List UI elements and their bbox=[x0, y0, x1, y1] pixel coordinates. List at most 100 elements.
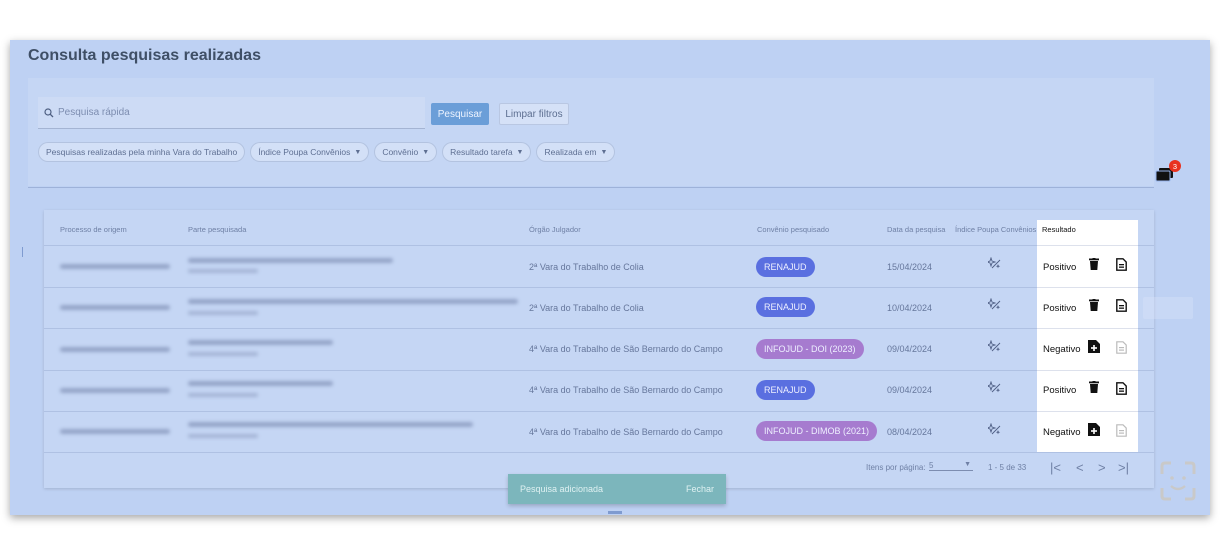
sparkle-icon bbox=[988, 381, 1001, 393]
result-text: Negativo bbox=[1043, 427, 1081, 438]
result-text: Positivo bbox=[1043, 385, 1077, 396]
redacted-parte bbox=[188, 340, 333, 345]
header-orgao: Órgão Julgador bbox=[529, 225, 581, 234]
chip-minha-vara[interactable]: Pesquisas realizadas pela minha Vara do … bbox=[38, 142, 246, 162]
redacted-processo bbox=[60, 388, 170, 393]
cell-data: 15/04/2024 bbox=[887, 262, 933, 272]
chip-indice-poupa[interactable]: Índice Poupa Convênios ▼ bbox=[250, 142, 370, 162]
prev-page-icon[interactable]: < bbox=[1076, 460, 1084, 475]
filter-panel bbox=[28, 78, 1154, 186]
notifications-button[interactable]: 3 bbox=[1155, 160, 1185, 186]
scroll-marker bbox=[22, 247, 23, 257]
last-page-icon[interactable]: >| bbox=[1118, 460, 1129, 475]
cell-orgao: 2ª Vara do Trabalho de Colia bbox=[529, 303, 644, 313]
result-column bbox=[1037, 220, 1138, 452]
redacted-processo bbox=[60, 347, 170, 352]
face-scan-icon[interactable] bbox=[1158, 460, 1198, 504]
items-per-page-label: Itens por página: bbox=[866, 463, 926, 472]
document-icon[interactable] bbox=[1116, 299, 1127, 312]
header-processo: Processo de origem bbox=[60, 225, 127, 234]
filter-chips: Pesquisas realizadas pela minha Vara do … bbox=[38, 142, 616, 162]
cell-data: 09/04/2024 bbox=[887, 385, 933, 395]
sparkle-icon bbox=[988, 423, 1001, 435]
cell-data: 10/04/2024 bbox=[887, 303, 933, 313]
page-range: 1 - 5 de 33 bbox=[988, 463, 1027, 472]
cell-data: 09/04/2024 bbox=[887, 344, 933, 354]
bottom-handle bbox=[608, 511, 622, 514]
trash-icon[interactable] bbox=[1089, 381, 1099, 393]
row-divider bbox=[44, 245, 1154, 246]
search-icon bbox=[44, 107, 54, 117]
header-parte: Parte pesquisada bbox=[188, 225, 247, 234]
cell-data: 08/04/2024 bbox=[887, 427, 933, 437]
redacted-processo bbox=[60, 264, 170, 269]
next-page-icon[interactable]: > bbox=[1098, 460, 1106, 475]
file-plus-icon[interactable] bbox=[1088, 423, 1100, 436]
redacted-documento bbox=[188, 393, 258, 397]
trash-icon[interactable] bbox=[1089, 258, 1099, 270]
sparkle-icon bbox=[988, 298, 1001, 310]
redacted-parte bbox=[188, 422, 473, 427]
caret-down-icon: ▼ bbox=[422, 148, 430, 156]
cell-orgao: 4ª Vara do Trabalho de São Bernardo do C… bbox=[529, 427, 723, 437]
row-divider bbox=[44, 287, 1154, 288]
document-icon[interactable] bbox=[1116, 258, 1127, 271]
convenio-pill: RENAJUD bbox=[756, 257, 815, 277]
document-icon[interactable] bbox=[1116, 382, 1127, 395]
header-resultado: Resultado bbox=[1042, 225, 1076, 234]
redacted-documento bbox=[188, 434, 258, 438]
row-divider bbox=[44, 328, 1154, 329]
caret-down-icon: ▼ bbox=[964, 461, 971, 468]
document-icon-disabled bbox=[1116, 341, 1127, 354]
notification-badge: 3 bbox=[1169, 160, 1181, 172]
result-text: Negativo bbox=[1043, 344, 1081, 355]
row-divider bbox=[44, 411, 1154, 412]
redacted-processo bbox=[60, 305, 170, 310]
redacted-documento bbox=[188, 352, 258, 356]
redacted-parte bbox=[188, 258, 393, 263]
search-button[interactable]: Pesquisar bbox=[431, 103, 489, 125]
header-convenio: Convênio pesquisado bbox=[757, 225, 830, 234]
redacted-documento bbox=[188, 269, 258, 273]
header-data: Data da pesquisa bbox=[887, 225, 946, 234]
redacted-processo bbox=[60, 429, 170, 434]
cell-orgao: 2ª Vara do Trabalho de Colia bbox=[529, 262, 644, 272]
snackbar-close-button[interactable]: Fechar bbox=[686, 484, 714, 494]
document-icon-disabled bbox=[1116, 424, 1127, 437]
first-page-icon[interactable]: |< bbox=[1050, 460, 1061, 475]
cell-orgao: 4ª Vara do Trabalho de São Bernardo do C… bbox=[529, 385, 723, 395]
search-input[interactable]: Pesquisa rápida bbox=[38, 97, 425, 129]
header-indice: Índice Poupa Convênios bbox=[955, 225, 1037, 234]
snackbar-message: Pesquisa adicionada bbox=[520, 484, 604, 494]
chip-convenio[interactable]: Convênio ▼ bbox=[374, 142, 438, 162]
chip-resultado-tarefa[interactable]: Resultado tarefa ▼ bbox=[442, 142, 532, 162]
redacted-parte bbox=[188, 299, 518, 304]
convenio-pill: RENAJUD bbox=[756, 297, 815, 317]
snackbar: Pesquisa adicionada Fechar bbox=[508, 474, 726, 504]
chip-realizada-em[interactable]: Realizada em ▼ bbox=[536, 142, 616, 162]
caret-down-icon: ▼ bbox=[354, 148, 362, 156]
redacted-parte bbox=[188, 381, 333, 386]
convenio-pill: RENAJUD bbox=[756, 380, 815, 400]
caret-down-icon: ▼ bbox=[600, 148, 608, 156]
convenio-pill: INFOJUD - DIMOB (2021) bbox=[756, 421, 878, 441]
sparkle-icon bbox=[988, 340, 1001, 352]
file-plus-icon[interactable] bbox=[1088, 340, 1100, 353]
sparkle-icon bbox=[988, 257, 1001, 269]
row-divider bbox=[44, 452, 1154, 453]
page-title: Consulta pesquisas realizadas bbox=[28, 47, 261, 64]
redacted-documento bbox=[188, 311, 258, 315]
caret-down-icon: ▼ bbox=[516, 148, 524, 156]
convenio-pill: INFOJUD - DOI (2023) bbox=[756, 339, 864, 359]
screen: Consulta pesquisas realizadas Pesquisa r… bbox=[0, 0, 1225, 538]
page-size-select[interactable]: 5 ▼ bbox=[929, 461, 973, 471]
side-button[interactable] bbox=[1143, 297, 1193, 319]
divider bbox=[28, 187, 1154, 188]
result-text: Positivo bbox=[1043, 262, 1077, 273]
result-text: Positivo bbox=[1043, 303, 1077, 314]
search-placeholder: Pesquisa rápida bbox=[58, 107, 130, 118]
cell-orgao: 4ª Vara do Trabalho de São Bernardo do C… bbox=[529, 344, 723, 354]
row-divider bbox=[44, 370, 1154, 371]
clear-filters-button[interactable]: Limpar filtros bbox=[499, 103, 569, 125]
trash-icon[interactable] bbox=[1089, 299, 1099, 311]
